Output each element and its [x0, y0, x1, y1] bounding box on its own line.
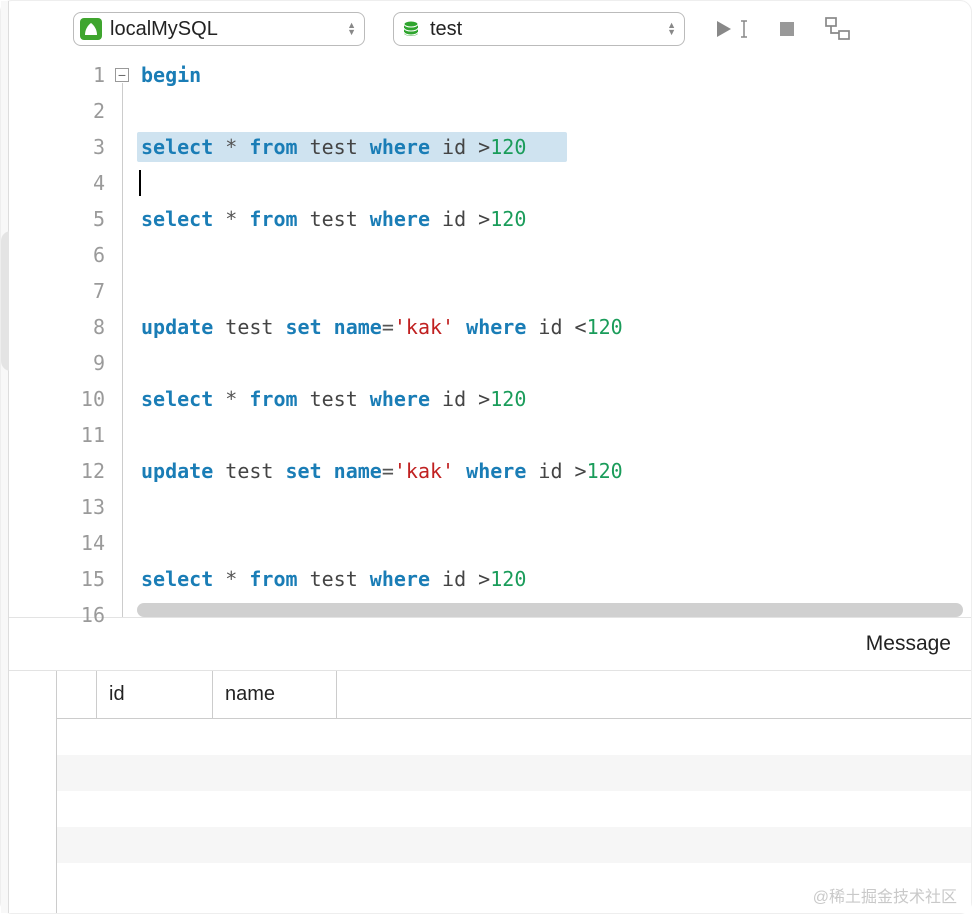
sql-editor[interactable]: 12345678910111213141516 − beginselect * …: [9, 57, 971, 617]
line-number: 4: [9, 165, 105, 201]
code-line[interactable]: [141, 345, 971, 381]
code-line[interactable]: [141, 93, 971, 129]
database-selector[interactable]: test ▲▼: [393, 12, 685, 46]
line-number: 16: [9, 597, 105, 633]
stepper-icon: ▲▼: [667, 22, 676, 36]
connection-selector[interactable]: localMySQL ▲▼: [73, 12, 365, 46]
table-row[interactable]: [57, 791, 971, 827]
results-row-gutter: [9, 671, 57, 913]
table-row[interactable]: [57, 719, 971, 755]
code-line[interactable]: [141, 417, 971, 453]
database-icon: [400, 18, 422, 40]
code-line[interactable]: [141, 525, 971, 561]
line-number: 11: [9, 417, 105, 453]
code-line[interactable]: select * from test where id >120: [141, 561, 971, 597]
line-number: 3: [9, 129, 105, 165]
code-line[interactable]: update test set name='kak' where id <120: [141, 309, 971, 345]
line-number: 6: [9, 237, 105, 273]
message-label: Message: [866, 632, 951, 656]
code-line[interactable]: [141, 165, 971, 201]
code-line[interactable]: [141, 237, 971, 273]
code-line[interactable]: select * from test where id >120: [141, 129, 971, 165]
code-line[interactable]: [141, 489, 971, 525]
line-number: 1: [9, 57, 105, 93]
connection-name: localMySQL: [110, 18, 339, 41]
stepper-icon: ▲▼: [347, 22, 356, 36]
table-row[interactable]: [57, 755, 971, 791]
code-line[interactable]: update test set name='kak' where id >120: [141, 453, 971, 489]
text-cursor-icon: [739, 18, 749, 40]
line-number: 2: [9, 93, 105, 129]
toolbar: localMySQL ▲▼ test ▲▼: [9, 1, 971, 57]
code-area[interactable]: begin select * from test where id >120 sel…: [137, 57, 971, 617]
code-line[interactable]: select * from test where id >120: [141, 201, 971, 237]
line-number: 5: [9, 201, 105, 237]
line-number: 14: [9, 525, 105, 561]
row-header-blank: [57, 671, 97, 718]
line-number: 10: [9, 381, 105, 417]
code-line[interactable]: [141, 273, 971, 309]
mysql-leaf-icon: [80, 18, 102, 40]
explain-button[interactable]: [825, 17, 851, 41]
stop-button[interactable]: [777, 19, 797, 39]
fold-column: −: [115, 57, 137, 617]
fold-guide: [122, 83, 123, 617]
line-number: 12: [9, 453, 105, 489]
line-number: 9: [9, 345, 105, 381]
results-header: id name: [57, 671, 971, 719]
column-header-id[interactable]: id: [97, 671, 213, 718]
results-rows: [57, 719, 971, 899]
window-left-gutter: [1, 1, 9, 913]
column-header-name[interactable]: name: [213, 671, 337, 718]
fold-toggle[interactable]: −: [115, 68, 129, 82]
code-line[interactable]: [141, 597, 971, 633]
watermark: @稀土掘金技术社区: [813, 883, 957, 907]
line-number: 7: [9, 273, 105, 309]
results-panel: id name: [9, 671, 971, 913]
database-name: test: [430, 18, 659, 41]
line-number: 8: [9, 309, 105, 345]
table-row[interactable]: [57, 827, 971, 863]
run-button[interactable]: [713, 18, 749, 40]
code-line[interactable]: select * from test where id >120: [141, 381, 971, 417]
results-grid[interactable]: id name: [57, 671, 971, 913]
line-number: 15: [9, 561, 105, 597]
line-number: 13: [9, 489, 105, 525]
line-number-gutter: 12345678910111213141516: [9, 57, 115, 617]
code-line[interactable]: begin: [141, 57, 971, 93]
